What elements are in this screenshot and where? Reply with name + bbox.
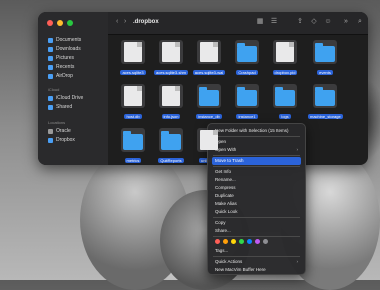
menu-item-quick-look[interactable]: Quick Look <box>212 208 301 216</box>
menu-item-compress[interactable]: Compress <box>212 184 301 192</box>
document-icon <box>124 86 142 106</box>
back-button[interactable]: ‹ <box>116 18 118 25</box>
menu-separator <box>213 166 300 167</box>
tag-icon[interactable]: ◇ <box>310 18 318 26</box>
tag-purple[interactable] <box>255 239 260 244</box>
sidebar-section-locations: Locations <box>48 120 66 125</box>
tag-red[interactable] <box>215 239 220 244</box>
view-grid-icon[interactable]: ▦ <box>256 18 264 26</box>
menu-item-quick-actions[interactable]: Quick Actions › <box>212 258 301 266</box>
menu-item-make-alias[interactable]: Make Alias <box>212 200 301 208</box>
folder-item[interactable]: instance_db <box>192 84 226 124</box>
clock-icon <box>48 64 53 70</box>
menu-item-move-to-trash[interactable]: Move to Trash <box>212 157 301 165</box>
folder-item[interactable]: machine_storage <box>308 84 343 124</box>
sidebar-item-airdrop[interactable]: AirDrop <box>48 73 73 79</box>
search-icon[interactable]: ⌕ <box>356 18 364 26</box>
menu-separator <box>213 155 300 156</box>
folder-icon <box>199 87 219 106</box>
zoom-button[interactable] <box>67 20 73 26</box>
tag-blue[interactable] <box>247 239 252 244</box>
shared-folder-icon <box>48 104 53 110</box>
menu-item-copy[interactable]: Copy <box>212 219 301 227</box>
menu-item-get-info[interactable]: Get Info <box>212 168 301 176</box>
document-icon <box>124 42 142 62</box>
doc-icon <box>48 37 53 43</box>
folder-icon <box>315 43 335 62</box>
toolbar: ‹ › .dropbox ▦ ☰ ⇪ ◇ ☺ » ⌕ <box>108 12 368 35</box>
file-item[interactable]: aces.sqlite3-wal <box>192 40 226 80</box>
sidebar-item-icloud-drive[interactable]: iCloud Drive <box>48 95 83 101</box>
menu-item-new-folder-with-selection[interactable]: New Folder with Selection (15 Items) <box>212 127 301 135</box>
sidebar: Documents Downloads Pictures Recents Air… <box>38 12 108 165</box>
menu-item-new-macvim-buffer[interactable]: New MacVim Buffer Here <box>212 266 301 274</box>
disk-icon <box>48 128 53 134</box>
group-icon[interactable]: ☰ <box>270 18 278 26</box>
submenu-arrow-icon: › <box>296 259 299 264</box>
sidebar-item-recents[interactable]: Recents <box>48 64 74 70</box>
folder-icon <box>275 87 295 106</box>
menu-item-rename[interactable]: Rename... <box>212 176 301 184</box>
more-icon[interactable]: » <box>342 18 350 26</box>
document-icon <box>162 86 180 106</box>
submenu-arrow-icon: › <box>296 147 299 152</box>
window-controls <box>47 20 73 26</box>
folder-item[interactable]: metrics <box>116 128 150 165</box>
folder-icon <box>237 87 257 106</box>
sidebar-item-dropbox[interactable]: Dropbox <box>48 137 75 143</box>
file-item[interactable]: dropbox.pid <box>268 40 302 80</box>
folder-item[interactable]: QuitReports <box>154 128 188 165</box>
finder-window: Documents Downloads Pictures Recents Air… <box>38 12 368 165</box>
tag-gray[interactable] <box>263 239 268 244</box>
photo-icon <box>48 55 53 61</box>
forward-button[interactable]: › <box>124 18 126 25</box>
action-icon[interactable]: ☺ <box>324 18 332 26</box>
menu-item-share[interactable]: Share... <box>212 227 301 235</box>
document-icon <box>200 42 218 62</box>
file-item[interactable]: info.json <box>154 84 188 124</box>
menu-separator <box>213 256 300 257</box>
folder-icon <box>123 131 143 150</box>
folder-icon <box>237 43 257 62</box>
menu-separator <box>213 136 300 137</box>
file-item[interactable]: host.db <box>116 84 150 124</box>
folder-item[interactable]: events <box>308 40 342 80</box>
file-item[interactable]: aces.sqlite3-shm <box>154 40 189 80</box>
minimize-button[interactable] <box>57 20 63 26</box>
folder-item[interactable]: logs <box>268 84 302 124</box>
dropbox-icon <box>48 137 53 143</box>
menu-separator <box>213 236 300 237</box>
tag-color-row <box>215 239 268 244</box>
folder-item[interactable]: instance1 <box>230 84 264 124</box>
airdrop-icon <box>48 73 53 79</box>
tag-orange[interactable] <box>223 239 228 244</box>
sidebar-item-oracle[interactable]: Oracle <box>48 128 71 134</box>
sidebar-item-documents[interactable]: Documents <box>48 37 81 43</box>
folder-icon <box>161 131 181 150</box>
tag-yellow[interactable] <box>231 239 236 244</box>
sidebar-item-shared[interactable]: Shared <box>48 104 72 110</box>
document-icon <box>162 42 180 62</box>
sidebar-item-downloads[interactable]: Downloads <box>48 46 81 52</box>
menu-item-open-with[interactable]: Open With › <box>212 146 301 154</box>
share-icon[interactable]: ⇪ <box>296 18 304 26</box>
document-icon <box>200 130 218 150</box>
sidebar-item-pictures[interactable]: Pictures <box>48 55 74 61</box>
sidebar-section-icloud: iCloud <box>48 87 60 92</box>
folder-item[interactable]: Crashpad <box>230 40 264 80</box>
menu-item-duplicate[interactable]: Duplicate <box>212 192 301 200</box>
context-menu: New Folder with Selection (15 Items) Ope… <box>207 123 306 275</box>
menu-item-tags[interactable]: Tags... <box>212 247 301 255</box>
download-icon <box>48 46 53 52</box>
tag-green[interactable] <box>239 239 244 244</box>
cloud-icon <box>48 95 53 101</box>
folder-icon <box>315 87 335 106</box>
menu-item-open[interactable]: Open <box>212 138 301 146</box>
window-title: .dropbox <box>133 19 159 25</box>
menu-separator <box>213 217 300 218</box>
file-item[interactable]: aces.sqlite3 <box>116 40 150 80</box>
close-button[interactable] <box>47 20 53 26</box>
document-icon <box>276 42 294 62</box>
